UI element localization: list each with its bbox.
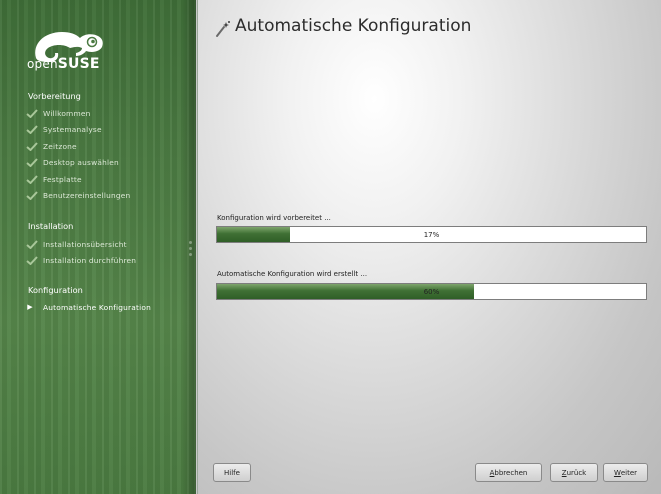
progress-label-autoconfig: Automatische Konfiguration wird erstellt… [217,270,368,278]
check-icon [26,190,39,200]
step-label: Systemanalyse [43,124,102,134]
step-automatische-konfiguration: ▶ Automatische Konfiguration [26,300,151,314]
step-systemanalyse: Systemanalyse [26,122,102,136]
step-willkommen: Willkommen [26,106,90,120]
button-label: eiter [620,468,638,477]
progress-percent: 60% [423,288,440,296]
progress-label-preparation: Konfiguration wird vorbereitet ... [217,214,331,222]
help-button[interactable]: Hilfe [213,463,251,482]
step-desktop-auswaehlen: Desktop auswählen [26,155,119,169]
step-label: Installation durchführen [43,255,137,265]
sidebar: openSUSE Vorbereitung Willkommen Systema… [0,0,196,494]
section-title-installation: Installation [28,221,74,231]
section-title-vorbereitung: Vorbereitung [28,91,81,101]
check-icon [26,141,39,151]
step-label: Installationsübersicht [43,239,127,249]
step-installationsuebersicht: Installationsübersicht [26,237,127,251]
arrow-right-icon: ▶ [27,303,33,311]
step-installation-durchfuehren: Installation durchführen [26,253,136,267]
opensuse-wordmark: openSUSE [27,56,100,72]
next-button[interactable]: Weiter [603,463,648,482]
step-label: Benutzereinstellungen [43,190,131,200]
abort-button[interactable]: Abbrechen [475,463,542,482]
button-label: bbrechen [494,468,528,477]
step-zeitzone: Zeitzone [26,139,77,153]
step-label: Automatische Konfiguration [43,302,151,312]
step-label: Desktop auswählen [43,157,119,167]
button-label: urück [566,468,587,477]
check-icon [26,239,39,249]
back-button[interactable]: Zurück [550,463,598,482]
check-icon [26,124,39,134]
check-icon [26,108,39,118]
main-panel: Automatische Konfiguration Konfiguration… [197,0,661,494]
mnemonic: W [613,468,621,477]
check-icon [26,174,39,184]
progress-percent: 17% [423,231,440,239]
magic-wand-icon [216,21,230,37]
step-label: Zeitzone [43,141,77,151]
step-label: Festplatte [43,174,82,184]
sidebar-resize-grip[interactable] [189,241,193,261]
step-label: Willkommen [43,108,91,118]
check-icon [26,157,39,167]
step-festplatte: Festplatte [26,172,82,186]
page-title: Automatische Konfiguration [235,16,472,36]
step-benutzereinstellungen: Benutzereinstellungen [26,188,130,202]
logo-prefix: open [27,57,58,71]
check-icon [26,255,39,265]
logo-brand: SUSE [57,56,100,72]
section-title-konfiguration: Konfiguration [28,285,83,295]
progress-bar-autoconfig: 60% [216,283,647,300]
progress-bar-preparation: 17% [216,226,647,243]
